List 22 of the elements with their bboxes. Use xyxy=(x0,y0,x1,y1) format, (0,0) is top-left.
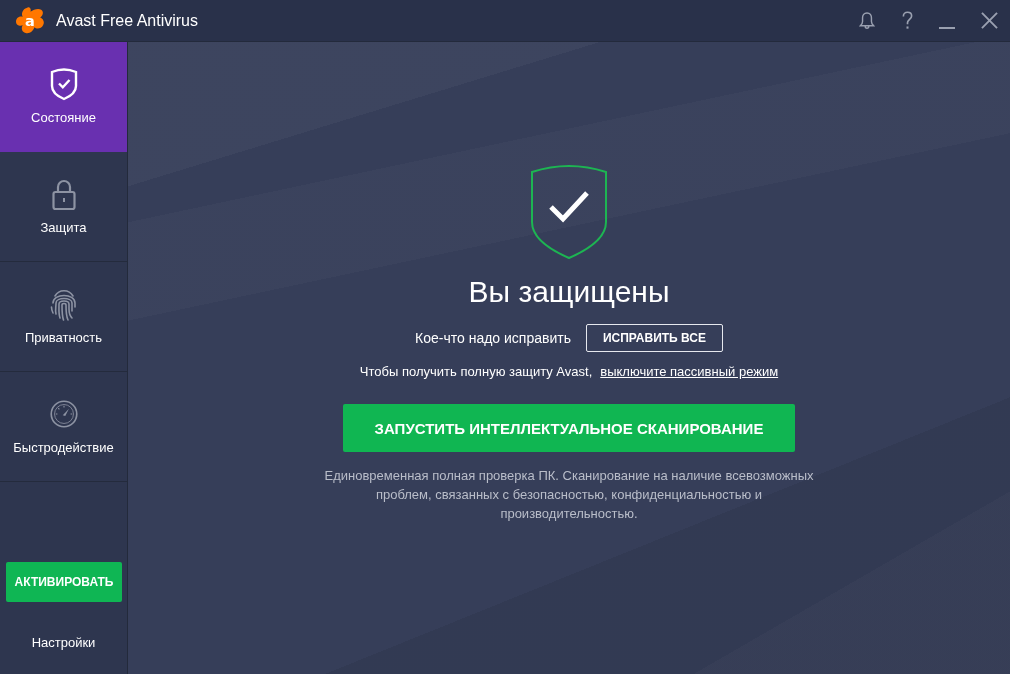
sidebar-item[interactable]: Состояние xyxy=(0,42,127,152)
settings-link[interactable]: Настройки xyxy=(31,633,96,653)
notice-text: Кое-что надо исправить xyxy=(415,330,571,346)
sidebar-item[interactable]: Защита xyxy=(0,152,127,262)
shield-check-icon xyxy=(49,67,78,101)
window-title: Avast Free Antivirus xyxy=(56,11,198,30)
logo-icon: a xyxy=(15,6,46,35)
fix-all-button[interactable]: ИСПРАВИТЬ ВСЕ xyxy=(585,324,723,352)
fingerprint-icon xyxy=(49,287,78,321)
shield-check-icon xyxy=(530,162,608,260)
status-title: Вы защищены xyxy=(468,274,670,310)
disable-passive-mode-link[interactable]: выключите пассивный режим xyxy=(600,363,779,381)
close-icon[interactable] xyxy=(981,12,998,29)
minimize-icon[interactable] xyxy=(939,26,955,29)
padlock-icon xyxy=(49,177,78,211)
scan-description: Единовременная полная проверка ПК. Сканирование на наличие всевозможных проблем, связанных с безопасностью, конфиденциальностью и производительностью. xyxy=(323,467,815,523)
speedometer-icon xyxy=(49,397,78,431)
sidebar-item[interactable]: Быстродействие xyxy=(0,372,127,482)
help-icon[interactable] xyxy=(902,11,913,30)
sidebar-item[interactable]: Приватность xyxy=(0,262,127,372)
bell-icon[interactable] xyxy=(859,11,875,30)
passive-mode-note: Чтобы получить полную защиту Avast, xyxy=(359,363,593,381)
